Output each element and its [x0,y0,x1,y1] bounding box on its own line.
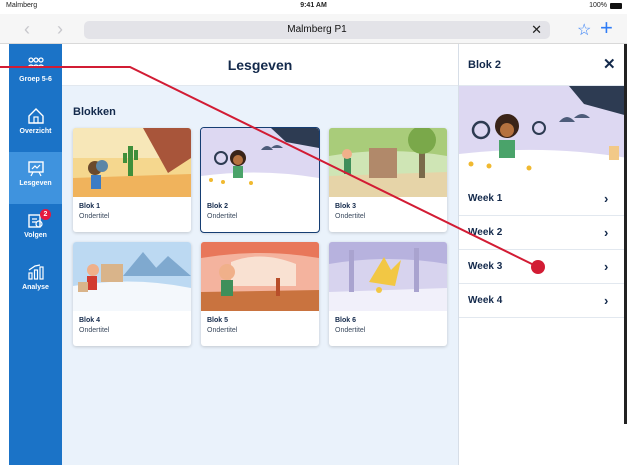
week-row-3[interactable]: Week 3 › [459,250,627,284]
blok-6-illustration [329,242,447,311]
app-frame: Malmberg 9:41 AM 100% ‹ › Malmberg P1 ✕ … [0,0,627,465]
clock-label: 9:41 AM [300,2,327,9]
blok-card-4[interactable]: Blok 4 Ondertitel [73,242,191,346]
week-label: Week 3 [468,261,503,272]
new-tab-button[interactable]: + [600,16,613,40]
card-subtitle: Ondertitel [207,213,238,220]
card-title: Blok 3 [335,203,357,210]
sidebar-item-overzicht[interactable]: Overzicht [9,100,62,152]
back-button[interactable]: ‹ [24,19,30,39]
home-icon [27,108,44,124]
sidebar-item-label: Volgen [24,232,47,239]
bookmark-button[interactable]: ☆ [577,20,591,40]
chevron-right-icon: › [604,259,609,274]
sidebar-item-label: Groep 5-6 [19,76,52,83]
group-icon [27,57,44,68]
card-subtitle: Ondertitel [79,327,110,334]
week-label: Week 4 [468,295,503,306]
blok-card-3[interactable]: Blok 3 Ondertitel [329,128,447,232]
page-title: Lesgeven [227,57,293,73]
sidebar-item-label: Lesgeven [19,180,52,187]
chevron-right-icon: › [604,225,609,240]
blok-2-banner-illustration [459,86,627,180]
browser-toolbar: ‹ › Malmberg P1 ✕ ☆ + [0,14,627,44]
card-title: Blok 6 [335,317,357,324]
battery-label: 100% [589,2,607,9]
card-subtitle: Ondertitel [335,213,366,220]
sidebar: Groep 5-6 Overzicht Lesgeven 2 Volgen An… [9,44,62,465]
week-label: Week 2 [468,227,503,238]
blok-card-1[interactable]: Blok 1 Ondertitel [73,128,191,232]
status-bar: Malmberg 9:41 AM 100% [0,0,627,14]
blok-card-2[interactable]: Blok 2 Ondertitel [200,127,320,233]
main-content: Lesgeven Blokken Blok 1 Ondertitel Blok … [62,44,458,465]
card-title: Blok 5 [207,317,229,324]
blok-1-illustration [73,128,191,197]
week-row-2[interactable]: Week 2 › [459,216,627,250]
chevron-right-icon: › [604,191,609,206]
sidebar-item-groep[interactable]: Groep 5-6 [9,48,62,100]
week-row-1[interactable]: Week 1 › [459,182,627,216]
board-icon [27,161,44,177]
section-title: Blokken [73,106,116,118]
battery-icon [610,3,622,9]
main-header: Lesgeven [62,44,458,86]
blok-card-5[interactable]: Blok 5 Ondertitel [201,242,319,346]
blok-detail-panel: Blok 2 ✕ Week 1 › Week 2 › Week 3 › Week… [458,44,627,465]
sidebar-item-label: Overzicht [19,128,52,135]
address-text: Malmberg P1 [287,24,347,35]
blok-3-illustration [329,128,447,197]
sidebar-item-label: Analyse [22,284,49,291]
card-subtitle: Ondertitel [335,327,366,334]
blok-2-illustration [201,128,319,197]
forward-button[interactable]: › [57,19,63,39]
card-title: Blok 4 [79,317,101,324]
card-title: Blok 2 [207,203,229,210]
week-row-4[interactable]: Week 4 › [459,284,627,318]
chart-icon [27,264,44,280]
week-label: Week 1 [468,193,503,204]
sidebar-item-analyse[interactable]: Analyse [9,256,62,308]
chevron-right-icon: › [604,293,609,308]
blok-5-illustration [201,242,319,311]
close-panel-button[interactable]: ✕ [603,55,616,73]
clear-address-button[interactable]: ✕ [531,22,542,38]
card-title: Blok 1 [79,203,101,210]
sidebar-item-volgen[interactable]: 2 Volgen [9,204,62,256]
notification-badge: 2 [40,209,51,220]
panel-header: Blok 2 ✕ [459,44,627,86]
panel-title: Blok 2 [468,59,502,71]
card-subtitle: Ondertitel [79,213,110,220]
card-subtitle: Ondertitel [207,327,238,334]
blok-4-illustration [73,242,191,311]
sidebar-item-lesgeven[interactable]: Lesgeven [9,152,62,204]
blok-card-6[interactable]: Blok 6 Ondertitel [329,242,447,346]
address-bar[interactable]: Malmberg P1 ✕ [84,21,550,39]
